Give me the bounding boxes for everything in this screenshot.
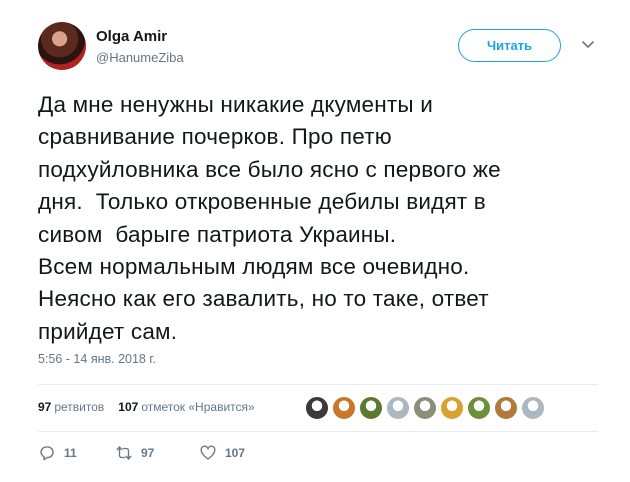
retweets-label: ретвитов bbox=[54, 400, 105, 414]
author-handle[interactable]: @HanumeZiba bbox=[96, 50, 184, 65]
reply-count: 11 bbox=[64, 446, 77, 460]
follow-button[interactable]: Читать bbox=[458, 29, 561, 62]
tweet-line: Неясно как его завалить, но то таке, отв… bbox=[38, 286, 489, 312]
retweet-button[interactable]: 97 bbox=[115, 444, 199, 462]
retweets-stat[interactable]: 97 ретвитов bbox=[38, 400, 104, 414]
tweet-line: прийдет сам. bbox=[38, 318, 178, 344]
tweet-text: Да мне ненужны никакие дкументы и сравни… bbox=[38, 89, 598, 348]
liker-avatar[interactable] bbox=[494, 396, 518, 420]
author-display-name[interactable]: Olga Amir bbox=[96, 28, 167, 45]
like-count: 107 bbox=[225, 446, 246, 460]
liker-avatar[interactable] bbox=[440, 396, 464, 420]
likes-count: 107 bbox=[118, 400, 139, 414]
liker-avatar[interactable] bbox=[386, 396, 410, 420]
retweets-count: 97 bbox=[38, 400, 52, 414]
liker-avatar[interactable] bbox=[413, 396, 437, 420]
retweet-count: 97 bbox=[141, 446, 155, 460]
tweet-timestamp[interactable]: 5:56 - 14 янв. 2018 г. bbox=[38, 352, 156, 366]
tweet-line: сравнивание почерков. Про петю bbox=[38, 124, 392, 150]
divider bbox=[38, 431, 598, 432]
liker-avatar[interactable] bbox=[359, 396, 383, 420]
likes-label: отметок «Нравится» bbox=[141, 400, 255, 414]
retweet-icon bbox=[116, 446, 132, 460]
divider bbox=[38, 384, 598, 385]
reply-icon bbox=[40, 446, 54, 461]
liker-avatar[interactable] bbox=[305, 396, 329, 420]
like-button[interactable]: 107 bbox=[199, 444, 245, 462]
tweet-actions: 11 97 107 bbox=[38, 444, 245, 462]
liker-avatar[interactable] bbox=[467, 396, 491, 420]
liker-avatar[interactable] bbox=[521, 396, 545, 420]
tweet-line: подхуйловника все было ясно с первого же bbox=[38, 156, 501, 182]
tweet-line: Всем нормальным людям все очевидно. bbox=[38, 254, 470, 280]
likes-stat[interactable]: 107 отметок «Нравится» bbox=[118, 400, 254, 414]
reply-button[interactable]: 11 bbox=[38, 444, 115, 462]
tweet-line: сивом барыге патриота Украины. bbox=[38, 221, 397, 247]
chevron-down-icon[interactable] bbox=[580, 36, 596, 52]
heart-icon bbox=[200, 445, 216, 460]
tweet-line: дня. Только откровенные дебилы видят в bbox=[38, 189, 486, 215]
liker-avatar[interactable] bbox=[332, 396, 356, 420]
tweet-stats: 97 ретвитов 107 отметок «Нравится» bbox=[38, 400, 255, 414]
likers-avatars bbox=[305, 396, 545, 420]
author-avatar[interactable] bbox=[38, 22, 86, 70]
tweet-line: Да мне ненужны никакие дкументы и bbox=[38, 92, 433, 117]
